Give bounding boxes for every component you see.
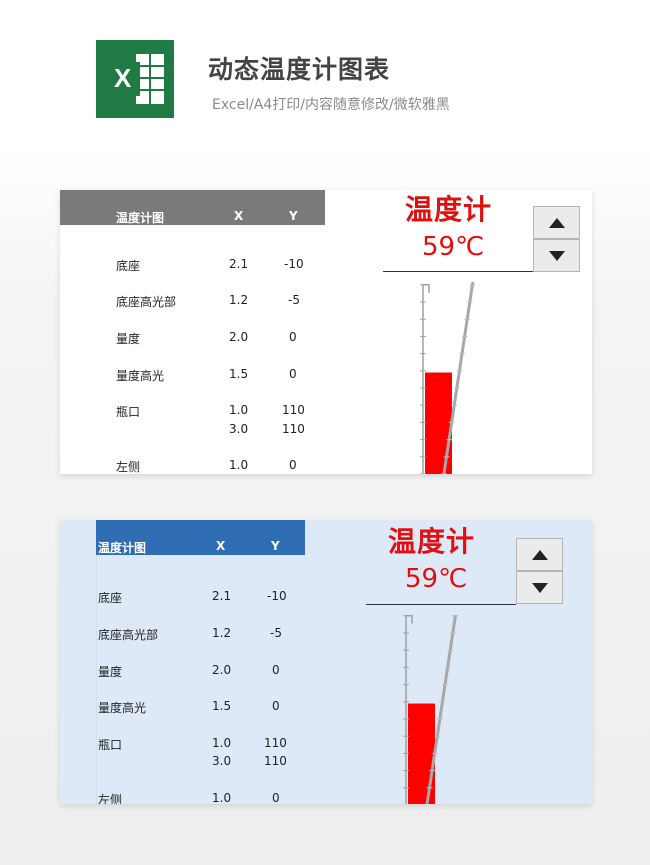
table-header: 温度计图 X Y <box>60 190 325 225</box>
triangle-down-icon <box>532 583 548 593</box>
row-x: 1.5 <box>229 367 249 381</box>
row-y: -5 <box>288 293 300 307</box>
row-label: 底座高光部 <box>98 628 159 642</box>
row-x: 1.2 <box>229 293 249 307</box>
row-label: 左侧 <box>116 460 141 474</box>
column-header-name: 温度计图 <box>98 541 147 555</box>
worksheet-preview-2: 温度计图 X Y 底座 2.1 -10 底座高光部 1.2 -5 量度 2.0 … <box>60 520 592 804</box>
row-x: 1.0 <box>212 791 232 804</box>
value-underline <box>383 271 533 272</box>
column-header-x: X <box>216 539 226 553</box>
row-x: 2.1 <box>229 257 249 271</box>
gauge-label: 温度计 <box>405 193 493 226</box>
row-label: 左侧 <box>98 793 123 804</box>
row-x: 1.0 <box>229 458 249 472</box>
triangle-up-icon <box>549 218 565 228</box>
spin-up-button[interactable] <box>533 206 580 239</box>
row-x: 1.0 <box>212 736 232 750</box>
row-x: 3.0 <box>212 754 232 768</box>
row-x: 3.0 <box>229 422 249 436</box>
row-y: 0 <box>272 699 280 713</box>
thermometer-chart <box>403 615 459 804</box>
row-y: 110 <box>282 422 305 436</box>
spin-down-button[interactable] <box>533 239 580 272</box>
row-label: 瓶口 <box>116 405 141 419</box>
row-y: 0 <box>289 330 297 344</box>
page-subtitle: Excel/A4打印/内容随意修改/微软雅黑 <box>212 97 450 113</box>
thermometer-fill <box>408 703 435 804</box>
row-x: 1.0 <box>229 403 249 417</box>
worksheet-preview-1: 温度计图 X Y 底座 2.1 -10 底座高光部 1.2 -5 量度 2.0 … <box>60 190 592 474</box>
spin-down-button[interactable] <box>516 571 563 604</box>
temperature-value: 59℃ <box>405 564 468 594</box>
row-label: 量度 <box>98 665 123 679</box>
row-label: 量度 <box>116 332 141 346</box>
page-title: 动态温度计图表 <box>208 55 391 84</box>
row-y: 0 <box>272 791 280 804</box>
column-divider <box>96 555 97 804</box>
row-x: 1.5 <box>212 699 232 713</box>
row-y: 0 <box>272 663 280 677</box>
row-x: 1.2 <box>212 626 232 640</box>
table-header: 温度计图 X Y <box>96 520 305 555</box>
row-label: 底座高光部 <box>116 295 177 309</box>
triangle-up-icon <box>532 550 548 560</box>
row-y: -10 <box>267 589 287 603</box>
column-header-y: Y <box>289 209 298 223</box>
column-header-x: X <box>234 209 244 223</box>
gauge-label: 温度计 <box>388 525 476 558</box>
row-x: 2.0 <box>229 330 249 344</box>
column-header-name: 温度计图 <box>116 211 165 225</box>
thermometer-chart <box>420 282 476 474</box>
thermometer-fill <box>425 372 452 474</box>
row-label: 底座 <box>116 259 141 273</box>
column-header-y: Y <box>271 539 280 553</box>
row-label: 量度高光 <box>98 701 147 715</box>
row-y: 0 <box>289 458 297 472</box>
row-label: 量度高光 <box>116 369 165 383</box>
excel-letter: X <box>114 63 132 93</box>
row-y: 110 <box>264 754 287 768</box>
row-x: 2.0 <box>212 663 232 677</box>
row-label: 底座 <box>98 591 123 605</box>
row-y: 110 <box>282 403 305 417</box>
value-underline <box>366 604 516 605</box>
row-label: 瓶口 <box>98 738 123 752</box>
row-x: 2.1 <box>212 589 232 603</box>
row-y: -5 <box>270 626 282 640</box>
row-y: -10 <box>284 257 304 271</box>
row-y: 0 <box>289 367 297 381</box>
temperature-value: 59℃ <box>422 232 485 262</box>
spin-up-button[interactable] <box>516 538 563 571</box>
row-y: 110 <box>264 736 287 750</box>
triangle-down-icon <box>549 251 565 261</box>
excel-icon: X <box>96 40 174 118</box>
